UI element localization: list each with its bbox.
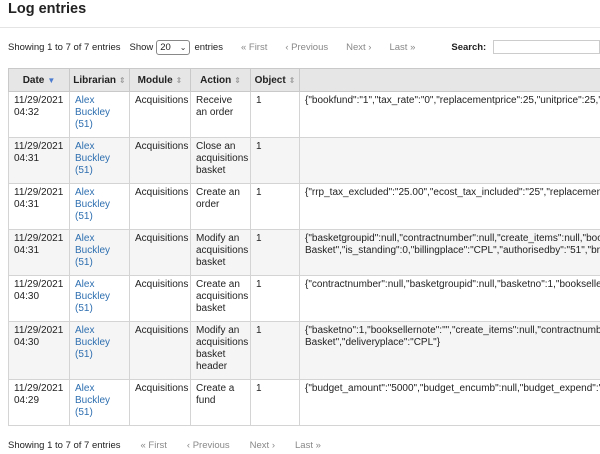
table-toolbar: Showing 1 to 7 of 7 entries Show 20 ⌄ en…: [8, 38, 600, 56]
cell-action: Create a fund: [190, 379, 251, 426]
info-line: Basket","deliveryplace":"CPL"}: [305, 337, 441, 348]
cell-date: 11/29/2021 04:31: [8, 183, 70, 230]
cell-librarian: Alex Buckley (51): [69, 379, 130, 426]
previous-page-link[interactable]: ‹ Previous: [187, 440, 230, 451]
librarian-link[interactable]: Alex Buckley (51): [75, 233, 110, 268]
column-header-action[interactable]: Action ⇕: [190, 68, 251, 92]
cell-date: 11/29/2021 04:30: [8, 321, 70, 380]
column-header-info[interactable]: [299, 68, 600, 92]
cell-object: 1: [250, 91, 300, 138]
sort-icon: ⇕: [175, 75, 183, 85]
entries-info: Showing 1 to 7 of 7 entries: [8, 41, 121, 53]
sort-icon: ⇕: [234, 75, 241, 85]
table-row: 11/29/2021 04:31 Alex Buckley (51) Acqui…: [8, 229, 600, 276]
cell-librarian: Alex Buckley (51): [69, 275, 130, 322]
search-input[interactable]: [493, 40, 600, 54]
cell-module: Acquisitions: [129, 91, 191, 138]
entries-label: entries: [194, 41, 223, 53]
cell-info: {"bookfund":"1","tax_rate":"0","replacem…: [299, 91, 600, 138]
librarian-link[interactable]: Alex Buckley (51): [75, 279, 110, 314]
librarian-link[interactable]: Alex Buckley (51): [75, 95, 110, 130]
cell-action: Close an acquisitions basket: [190, 137, 251, 184]
librarian-link[interactable]: Alex Buckley (51): [75, 325, 110, 360]
cell-action: Modify an acquisitions basket header: [190, 321, 251, 380]
cell-librarian: Alex Buckley (51): [69, 91, 130, 138]
sort-icon: ⇕: [119, 75, 126, 85]
first-page-link[interactable]: « First: [241, 42, 267, 53]
table-row: 11/29/2021 04:31 Alex Buckley (51) Acqui…: [8, 137, 600, 184]
table-row: 11/29/2021 04:29 Alex Buckley (51) Acqui…: [8, 379, 600, 426]
cell-action: Receive an order: [190, 91, 251, 138]
cell-info: {"rrp_tax_excluded":"25.00","ecost_tax_i…: [299, 183, 600, 230]
page-size-select[interactable]: 20 ⌄: [156, 39, 191, 55]
cell-date: 11/29/2021 04:30: [8, 275, 70, 322]
cell-module: Acquisitions: [129, 379, 191, 426]
cell-date: 11/29/2021 04:32: [8, 91, 70, 138]
info-line: {"basketno":1,"booksellernote":"","creat…: [305, 325, 600, 336]
next-page-link[interactable]: Next ›: [346, 42, 371, 53]
entries-info-bottom: Showing 1 to 7 of 7 entries: [8, 440, 121, 451]
cell-module: Acquisitions: [129, 137, 191, 184]
cell-module: Acquisitions: [129, 229, 191, 276]
table-row: 11/29/2021 04:30 Alex Buckley (51) Acqui…: [8, 321, 600, 380]
cell-librarian: Alex Buckley (51): [69, 229, 130, 276]
cell-librarian: Alex Buckley (51): [69, 183, 130, 230]
cell-object: 1: [250, 321, 300, 380]
bottom-toolbar: Showing 1 to 7 of 7 entries « First ‹ Pr…: [8, 440, 321, 451]
cell-object: 1: [250, 137, 300, 184]
info-line: Basket","is_standing":0,"billingplace":"…: [305, 245, 600, 256]
cell-object: 1: [250, 183, 300, 230]
cell-librarian: Alex Buckley (51): [69, 321, 130, 380]
librarian-link[interactable]: Alex Buckley (51): [75, 383, 110, 418]
table-row: 11/29/2021 04:30 Alex Buckley (51) Acqui…: [8, 275, 600, 322]
cell-object: 1: [250, 229, 300, 276]
cell-object: 1: [250, 379, 300, 426]
last-page-link[interactable]: Last »: [295, 440, 321, 451]
title-divider: [0, 27, 600, 28]
next-page-link[interactable]: Next ›: [250, 440, 275, 451]
chevron-down-icon: ⌄: [179, 42, 187, 52]
librarian-link[interactable]: Alex Buckley (51): [75, 187, 110, 222]
sort-desc-icon: ▼: [47, 75, 56, 85]
librarian-link[interactable]: Alex Buckley (51): [75, 141, 110, 176]
page-title: Log entries: [8, 1, 87, 17]
table-header-row: Date ▼ Librarian ⇕ Module ⇕ Action ⇕ Object ⇕: [8, 68, 600, 92]
search-label: Search:: [451, 41, 487, 53]
cell-module: Acquisitions: [129, 321, 191, 380]
last-page-link[interactable]: Last »: [389, 42, 415, 53]
log-entries-table: Date ▼ Librarian ⇕ Module ⇕ Action ⇕ Object ⇕…: [8, 68, 600, 426]
cell-module: Acquisitions: [129, 275, 191, 322]
cell-librarian: Alex Buckley (51): [69, 137, 130, 184]
top-pagination: « First ‹ Previous Next › Last »: [223, 42, 415, 53]
cell-info: {"budget_amount":"5000","budget_encumb":…: [299, 379, 600, 426]
cell-date: 11/29/2021 04:29: [8, 379, 70, 426]
sort-icon: ⇕: [288, 75, 296, 85]
table-row: 11/29/2021 04:32 Alex Buckley (51) Acqui…: [8, 91, 600, 138]
column-header-librarian[interactable]: Librarian ⇕: [69, 68, 130, 92]
column-header-object[interactable]: Object ⇕: [250, 68, 300, 92]
cell-date: 11/29/2021 04:31: [8, 137, 70, 184]
table-row: 11/29/2021 04:31 Alex Buckley (51) Acqui…: [8, 183, 600, 230]
previous-page-link[interactable]: ‹ Previous: [285, 42, 328, 53]
cell-action: Create an acquisitions basket: [190, 275, 251, 322]
cell-object: 1: [250, 275, 300, 322]
show-label: Show: [129, 41, 154, 53]
cell-info: {"contractnumber":null,"basketgroupid":n…: [299, 275, 600, 322]
cell-info: {"basketgroupid":null,"contractnumber":n…: [299, 229, 600, 276]
info-line: {"basketgroupid":null,"contractnumber":n…: [305, 233, 600, 244]
cell-info: [299, 137, 600, 184]
cell-module: Acquisitions: [129, 183, 191, 230]
cell-action: Modify an acquisitions basket: [190, 229, 251, 276]
cell-date: 11/29/2021 04:31: [8, 229, 70, 276]
first-page-link[interactable]: « First: [141, 440, 167, 451]
bottom-pagination: « First ‹ Previous Next › Last »: [121, 440, 321, 451]
page-size-value: 20: [160, 41, 171, 53]
column-header-date[interactable]: Date ▼: [8, 68, 70, 92]
column-header-module[interactable]: Module ⇕: [129, 68, 191, 92]
cell-info: {"basketno":1,"booksellernote":"","creat…: [299, 321, 600, 380]
cell-action: Create an order: [190, 183, 251, 230]
